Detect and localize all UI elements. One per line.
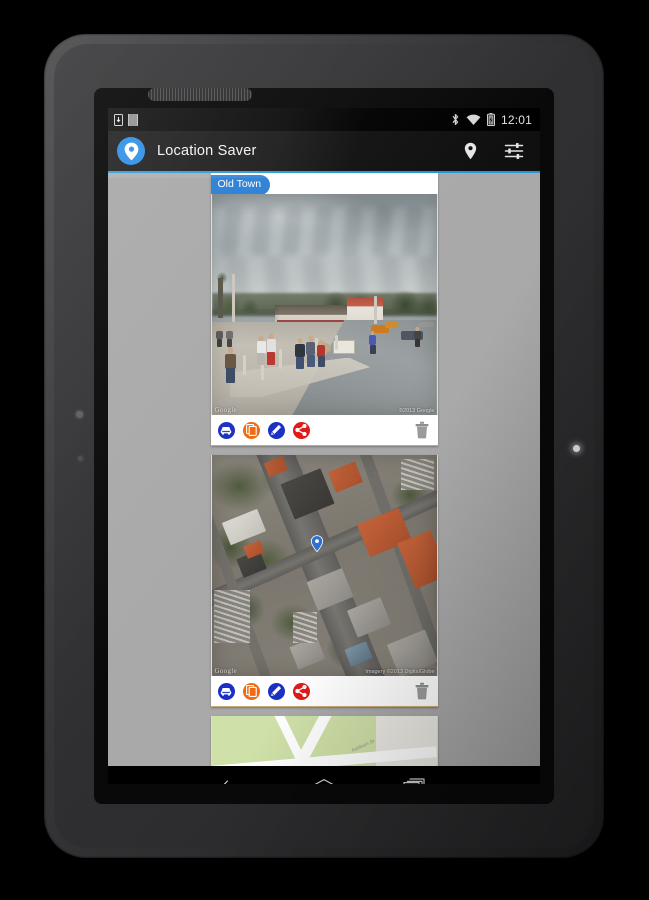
navigate-button[interactable] xyxy=(217,682,235,700)
saved-locations-list[interactable]: Old Town Google ©2013 Google Google Imag… xyxy=(108,173,540,766)
map-art: Ashburn St xyxy=(211,716,437,766)
device-frame: 12:01 Location Saver Old Town Google ©20… xyxy=(0,0,649,900)
edit-button[interactable] xyxy=(267,421,285,439)
street-view-art xyxy=(211,194,437,415)
list-item[interactable]: Ashburn St xyxy=(210,716,438,766)
car-icon xyxy=(220,426,232,435)
settings-action-button[interactable] xyxy=(502,139,526,163)
speaker-grille-icon xyxy=(148,88,252,101)
copy-button[interactable] xyxy=(242,682,260,700)
share-button[interactable] xyxy=(292,421,310,439)
battery-charging-icon xyxy=(486,113,495,126)
status-notifications xyxy=(108,113,138,126)
share-icon xyxy=(295,685,307,697)
list-item[interactable]: Old Town Google ©2013 Google xyxy=(210,173,438,446)
trash-icon xyxy=(415,682,428,700)
card-actions xyxy=(210,415,438,446)
sensor-dot-left-2 xyxy=(78,456,83,461)
map-pin-icon xyxy=(464,142,476,160)
status-icons: 12:01 xyxy=(451,113,540,127)
sensor-dot-right xyxy=(573,445,580,452)
edit-button[interactable] xyxy=(267,682,285,700)
copy-icon xyxy=(245,424,257,436)
google-watermark: Google xyxy=(214,667,237,675)
status-badge: Old Town xyxy=(210,175,271,195)
sim-card-icon xyxy=(128,113,138,126)
app-logo-icon xyxy=(117,137,145,165)
bluetooth-icon xyxy=(452,113,459,126)
copy-button[interactable] xyxy=(242,421,260,439)
wifi-icon xyxy=(466,114,481,125)
sliders-icon xyxy=(504,143,524,159)
copy-icon xyxy=(245,685,257,697)
share-icon xyxy=(295,424,307,436)
recents-button[interactable] xyxy=(400,774,428,784)
car-icon xyxy=(220,687,232,696)
satellite-thumbnail[interactable]: Google Imagery ©2013 DigitalGlobe xyxy=(210,455,438,676)
delete-button[interactable] xyxy=(414,421,430,439)
image-copyright: Imagery ©2013 DigitalGlobe xyxy=(365,669,435,675)
back-button[interactable] xyxy=(220,774,248,784)
list-item[interactable]: Google Imagery ©2013 DigitalGlobe xyxy=(210,455,438,707)
app-bar: Location Saver xyxy=(108,131,540,171)
home-button[interactable] xyxy=(310,774,338,784)
pencil-icon xyxy=(271,424,282,435)
recents-icon xyxy=(403,778,425,784)
page-title: Location Saver xyxy=(157,143,257,159)
device-screen: 12:01 Location Saver Old Town Google ©20… xyxy=(108,108,540,784)
trash-icon xyxy=(415,421,428,439)
app-bar-actions xyxy=(458,139,540,163)
delete-button[interactable] xyxy=(414,682,430,700)
status-bar: 12:01 xyxy=(108,108,540,131)
pencil-icon xyxy=(271,685,282,696)
sensor-dot-left xyxy=(76,411,83,418)
status-clock: 12:01 xyxy=(500,112,532,127)
card-header: Old Town xyxy=(210,173,438,195)
street-view-thumbnail[interactable]: Google ©2013 Google xyxy=(210,194,438,415)
download-icon xyxy=(114,113,123,126)
google-watermark: Google xyxy=(214,406,237,414)
share-button[interactable] xyxy=(292,682,310,700)
map-pin-action-button[interactable] xyxy=(458,139,482,163)
satellite-art xyxy=(211,455,437,676)
system-navigation-bar xyxy=(108,766,540,784)
back-arrow-icon xyxy=(223,780,229,784)
image-copyright: ©2013 Google xyxy=(398,408,435,414)
map-thumbnail[interactable]: Ashburn St xyxy=(210,716,438,766)
home-icon xyxy=(314,779,334,784)
card-actions xyxy=(210,676,438,707)
navigate-button[interactable] xyxy=(217,421,235,439)
